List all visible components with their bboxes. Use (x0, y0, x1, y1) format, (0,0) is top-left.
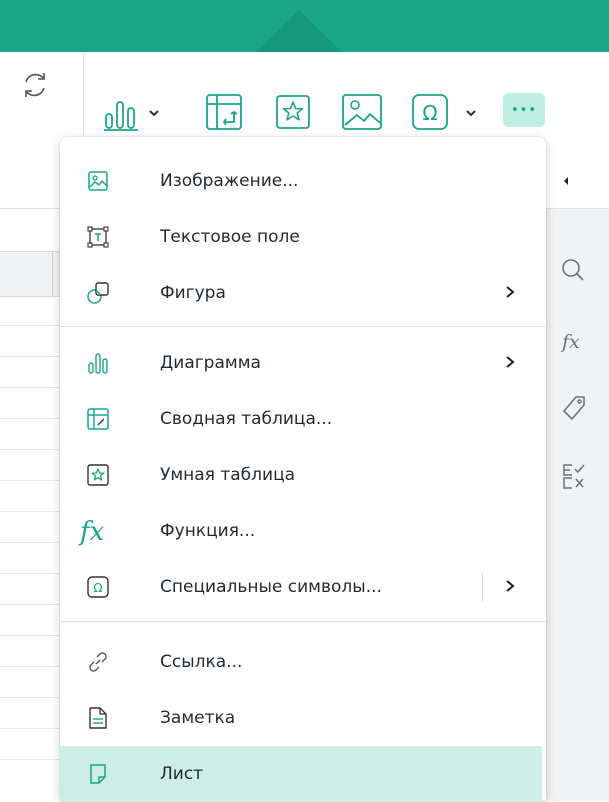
menu-item-image[interactable]: Изображение... (60, 153, 546, 209)
menu-item-label: Ссылка... (160, 652, 243, 672)
insert-dropdown-menu: Изображение... Текстовое поле Фигура Диа… (60, 137, 546, 802)
right-side-panel: fx (546, 208, 609, 801)
menu-item-label: Функция... (160, 521, 256, 541)
svg-text:fx: fx (560, 331, 580, 353)
link-icon (78, 634, 118, 690)
menu-item-label: Специальные символы... (160, 577, 382, 597)
svg-text:Ω: Ω (93, 581, 102, 595)
menu-item-smart-table[interactable]: Умная таблица (60, 447, 546, 503)
row-line (0, 666, 60, 667)
menu-item-special-symbols[interactable]: Ω Специальные символы... (60, 559, 546, 615)
special-symbols-button[interactable]: Ω (410, 92, 490, 132)
image-icon (78, 153, 118, 209)
text-field-icon (78, 209, 118, 265)
shape-icon (78, 265, 118, 321)
fx-icon[interactable]: fx (560, 329, 590, 355)
row-line (0, 325, 60, 326)
row-line (0, 511, 60, 512)
row-line (0, 449, 60, 450)
row-line (0, 387, 60, 388)
image-icon (342, 94, 382, 130)
menu-divider (60, 621, 546, 622)
sheet-icon (78, 746, 118, 802)
chevron-right-icon (506, 356, 515, 368)
submenu-divider (482, 573, 483, 601)
menu-item-function[interactable]: fx Функция... (60, 503, 546, 559)
menu-item-label: Диаграмма (160, 353, 261, 373)
scroll-left-icon[interactable] (564, 177, 568, 185)
menu-item-chart[interactable]: Диаграмма (60, 335, 546, 391)
pivot-table-icon (206, 94, 242, 130)
bar-chart-icon (78, 335, 118, 391)
chevron-right-icon (506, 286, 515, 298)
menu-item-text-field[interactable]: Текстовое поле (60, 209, 546, 265)
menu-item-label: Сводная таблица... (160, 409, 333, 429)
row-line (0, 728, 60, 729)
row-line (0, 418, 60, 419)
menu-divider (60, 326, 546, 327)
menu-item-link[interactable]: Ссылка... (60, 634, 546, 690)
menu-item-label: Заметка (160, 708, 236, 728)
refresh-icon[interactable] (18, 68, 52, 102)
svg-text:Ω: Ω (422, 101, 437, 125)
row-line (0, 697, 60, 698)
chart-button[interactable] (102, 92, 172, 132)
star-table-icon (78, 447, 118, 503)
row-line (0, 573, 60, 574)
star-table-icon (276, 95, 310, 129)
function-icon: fx (78, 503, 118, 559)
svg-text:fx: fx (78, 517, 105, 546)
row-line (0, 542, 60, 543)
spreadsheet-grid[interactable] (0, 208, 60, 801)
more-button[interactable]: ••• (503, 93, 545, 127)
menu-item-label: Лист (160, 764, 204, 784)
more-icon: ••• (510, 102, 537, 118)
omega-icon: Ω (78, 559, 118, 615)
chevron-right-icon[interactable] (505, 579, 515, 593)
search-icon[interactable] (560, 257, 586, 283)
menu-item-label: Изображение... (160, 171, 299, 191)
smart-table-button[interactable] (273, 92, 313, 132)
menu-item-pivot-table[interactable]: Сводная таблица... (60, 391, 546, 447)
note-icon (78, 690, 118, 746)
row-line (0, 635, 60, 636)
column-header[interactable] (0, 251, 60, 297)
image-button[interactable] (340, 92, 384, 132)
top-accent-bar (0, 0, 609, 52)
row-line (0, 356, 60, 357)
omega-icon: Ω (412, 94, 476, 130)
column-divider (52, 252, 53, 296)
row-line (0, 759, 60, 760)
checklist-icon[interactable] (560, 461, 588, 491)
bar-chart-icon (104, 101, 159, 131)
menu-item-note[interactable]: Заметка (60, 690, 546, 746)
menu-item-label: Фигура (160, 283, 226, 303)
pivot-table-button[interactable] (204, 92, 244, 132)
menu-item-sheet[interactable]: Лист (60, 746, 542, 802)
row-line (0, 480, 60, 481)
tag-icon[interactable] (560, 393, 588, 421)
row-line (0, 604, 60, 605)
tab-notch (256, 10, 342, 52)
pivot-table-icon (78, 391, 118, 447)
menu-item-label: Умная таблица (160, 465, 296, 485)
menu-item-shape[interactable]: Фигура (60, 265, 546, 321)
menu-item-label: Текстовое поле (160, 227, 300, 247)
